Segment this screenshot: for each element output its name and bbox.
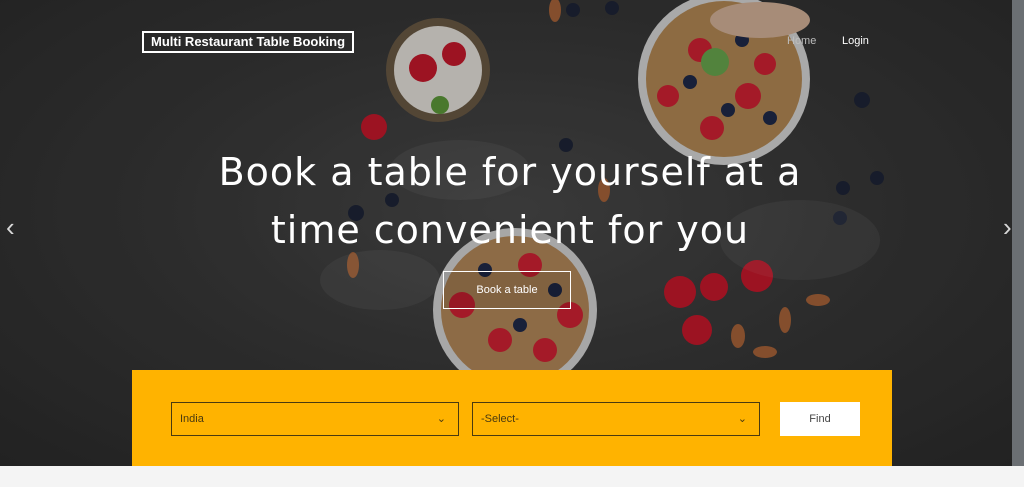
find-button[interactable]: Find xyxy=(780,402,860,436)
country-select[interactable]: India ⌄ xyxy=(171,402,459,436)
page-content-area xyxy=(0,466,1024,487)
headline-line-1: Book a table for yourself at a xyxy=(218,150,802,194)
hero-headline: Book a table for yourself at a time conv… xyxy=(150,143,870,259)
headline-line-2: time convenient for you xyxy=(270,208,750,252)
city-select[interactable]: -Select- ⌄ xyxy=(472,402,760,436)
chevron-left-icon[interactable]: ‹ xyxy=(6,212,15,243)
book-table-button[interactable]: Book a table xyxy=(443,271,571,309)
nav-home-link[interactable]: Home xyxy=(787,35,816,47)
brand-logo[interactable]: Multi Restaurant Table Booking xyxy=(142,31,355,53)
chevron-down-icon: ⌄ xyxy=(436,413,446,425)
city-select-value: -Select- xyxy=(481,413,519,425)
nav-login-link[interactable]: Login xyxy=(842,35,869,47)
chevron-down-icon: ⌄ xyxy=(737,413,747,425)
side-image-strip xyxy=(1012,0,1024,466)
search-panel: India ⌄ -Select- ⌄ Find xyxy=(132,370,892,466)
chevron-right-icon[interactable]: › xyxy=(1003,212,1012,243)
country-select-value: India xyxy=(180,413,204,425)
